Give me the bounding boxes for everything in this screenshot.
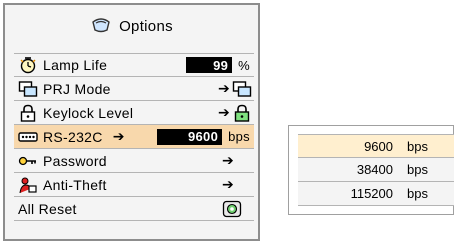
baud-option-9600[interactable]: 9600 bps: [298, 134, 454, 158]
baud-value: 115200: [350, 186, 393, 201]
projector-mode-icon: [18, 80, 38, 98]
anti-theft-icon: [18, 176, 38, 194]
lamp-life-label: Lamp Life: [43, 57, 108, 73]
menu-item-anti-theft[interactable]: Anti-Theft ➔: [14, 173, 254, 197]
page-title: Options: [119, 17, 173, 35]
baud-option-115200[interactable]: 115200 bps: [298, 182, 454, 206]
baud-unit: bps: [407, 186, 428, 201]
submenu-arrow-icon: ➔: [217, 80, 230, 96]
menu-item-lamp-life[interactable]: Lamp Life 99 %: [14, 53, 254, 77]
options-icon: [90, 14, 112, 38]
menu-item-prj-mode[interactable]: PRJ Mode ➔: [14, 77, 254, 101]
baud-value: 38400: [356, 162, 393, 177]
rs232c-unit: bps: [228, 129, 250, 144]
lamp-life-value: 99: [186, 57, 233, 73]
options-menu: Options Lamp Life 99 % PRJ Mode ➔ Keyloc…: [3, 3, 260, 241]
submenu-arrow-icon: ➔: [221, 152, 234, 168]
projector-mode-icon: [232, 80, 252, 98]
menu-item-rs232c[interactable]: RS-232C ➔ 9600 bps: [14, 125, 254, 149]
lock-icon: [232, 104, 252, 122]
lamp-life-unit: %: [238, 57, 250, 73]
password-label: Password: [43, 152, 107, 169]
prj-mode-label: PRJ Mode: [43, 80, 111, 97]
submenu-arrow-icon: ➔: [221, 176, 234, 192]
lock-icon: [18, 104, 38, 122]
rs232c-baud-submenu: 9600 bps 38400 bps 115200 bps: [288, 125, 454, 215]
key-icon: [18, 152, 38, 170]
menu-item-password[interactable]: Password ➔: [14, 149, 254, 173]
rs232c-value: 9600: [157, 128, 223, 145]
submenu-arrow-icon: ➔: [112, 128, 125, 144]
menu-item-all-reset[interactable]: All Reset: [14, 197, 254, 221]
keylock-level-label: Keylock Level: [43, 104, 134, 121]
lamp-timer-icon: [18, 56, 38, 74]
serial-port-icon: [18, 128, 38, 146]
baud-option-38400[interactable]: 38400 bps: [298, 158, 454, 182]
baud-unit: bps: [407, 138, 428, 154]
baud-unit: bps: [407, 162, 428, 177]
menu-title: Options: [5, 5, 258, 47]
baud-value: 9600: [364, 138, 393, 154]
submenu-arrow-icon: ➔: [217, 104, 230, 120]
all-reset-label: All Reset: [18, 200, 77, 217]
rs232c-label: RS-232C: [43, 128, 103, 145]
anti-theft-label: Anti-Theft: [43, 176, 107, 193]
menu-item-keylock-level[interactable]: Keylock Level ➔: [14, 101, 254, 125]
reset-enter-icon: [222, 200, 242, 218]
